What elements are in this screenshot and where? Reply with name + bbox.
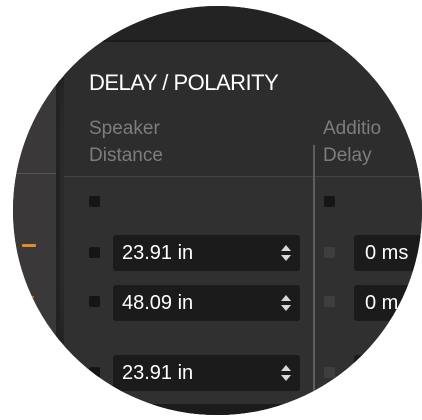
speaker-distance-field[interactable]: 23.91 in xyxy=(113,235,300,271)
magnifier-lens: DELAY / POLARITY Speaker Distance Additi… xyxy=(13,6,422,415)
channel-led-icon[interactable] xyxy=(324,296,335,307)
left-panel-separator xyxy=(56,40,60,415)
additional-delay-value: 0 ms xyxy=(365,241,409,264)
channel-led-icon[interactable] xyxy=(89,367,100,378)
additional-delay-header: Additio Delay xyxy=(323,118,382,166)
additional-delay-field[interactable]: 0 ms xyxy=(354,235,422,271)
speaker-distance-value: 23.91 in xyxy=(122,361,194,384)
level-marker-small-icon xyxy=(28,296,34,298)
channel-led-icon[interactable] xyxy=(89,296,100,307)
up-down-stepper-icon[interactable] xyxy=(280,363,292,383)
speaker-distance-value: 48.09 in xyxy=(122,291,194,314)
speaker-distance-field[interactable] xyxy=(113,404,300,415)
speaker-distance-field[interactable]: 48.09 in xyxy=(113,285,300,321)
speaker-distance-value: 23.91 in xyxy=(122,241,194,264)
additional-delay-value: 0 m xyxy=(365,291,399,314)
up-down-stepper-icon[interactable] xyxy=(280,412,292,415)
channel-led-icon[interactable] xyxy=(324,196,335,207)
additional-delay-field[interactable]: 0 m xyxy=(354,285,422,321)
top-toolbar xyxy=(13,6,422,42)
channel-led-icon[interactable] xyxy=(324,247,335,258)
column-divider xyxy=(313,145,315,415)
channel-led-icon[interactable] xyxy=(324,367,335,378)
left-panel xyxy=(13,40,60,415)
speaker-distance-field[interactable]: 23.91 in xyxy=(113,355,300,391)
speaker-distance-header: Speaker Distance xyxy=(89,118,163,166)
left-panel-divider xyxy=(13,173,60,174)
panel-title: DELAY / POLARITY xyxy=(89,70,279,95)
up-down-stepper-icon[interactable] xyxy=(280,243,292,263)
up-down-stepper-icon[interactable] xyxy=(280,293,292,313)
level-marker-icon xyxy=(22,244,36,247)
additional-delay-field[interactable] xyxy=(354,355,422,391)
channel-led-icon[interactable] xyxy=(89,196,100,207)
channel-led-icon[interactable] xyxy=(89,247,100,258)
